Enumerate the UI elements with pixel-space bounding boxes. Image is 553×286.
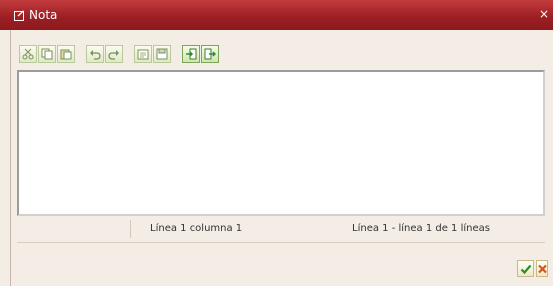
- status-separator: [130, 220, 131, 238]
- export-icon[interactable]: [201, 45, 219, 63]
- line-count-text: Línea 1 - línea 1 de 1 líneas: [352, 223, 490, 234]
- save-file-icon[interactable]: [153, 45, 171, 63]
- window-title: Nota: [29, 8, 58, 22]
- copy-icon[interactable]: [38, 45, 56, 63]
- editor-toolbar: [19, 43, 220, 65]
- import-icon[interactable]: [182, 45, 200, 63]
- window-close-icon[interactable]: ×: [539, 7, 549, 21]
- paste-icon[interactable]: [57, 45, 75, 63]
- checkmark-icon: [520, 264, 531, 274]
- close-icon: [537, 264, 547, 273]
- cursor-position-text: Línea 1 columna 1: [150, 223, 243, 234]
- confirm-button[interactable]: [517, 260, 534, 277]
- load-file-icon[interactable]: [134, 45, 152, 63]
- cut-icon[interactable]: [19, 45, 37, 63]
- note-icon: [14, 9, 25, 21]
- redo-icon[interactable]: [105, 45, 123, 63]
- cancel-button[interactable]: [536, 260, 548, 277]
- note-text-area[interactable]: [17, 70, 545, 216]
- dialog-body: Línea 1 columna 1 Línea 1 - línea 1 de 1…: [10, 30, 553, 286]
- status-bar: Línea 1 columna 1 Línea 1 - línea 1 de 1…: [17, 220, 545, 238]
- footer-divider: [17, 242, 545, 243]
- undo-icon[interactable]: [86, 45, 104, 63]
- title-bar: Nota ×: [0, 0, 553, 30]
